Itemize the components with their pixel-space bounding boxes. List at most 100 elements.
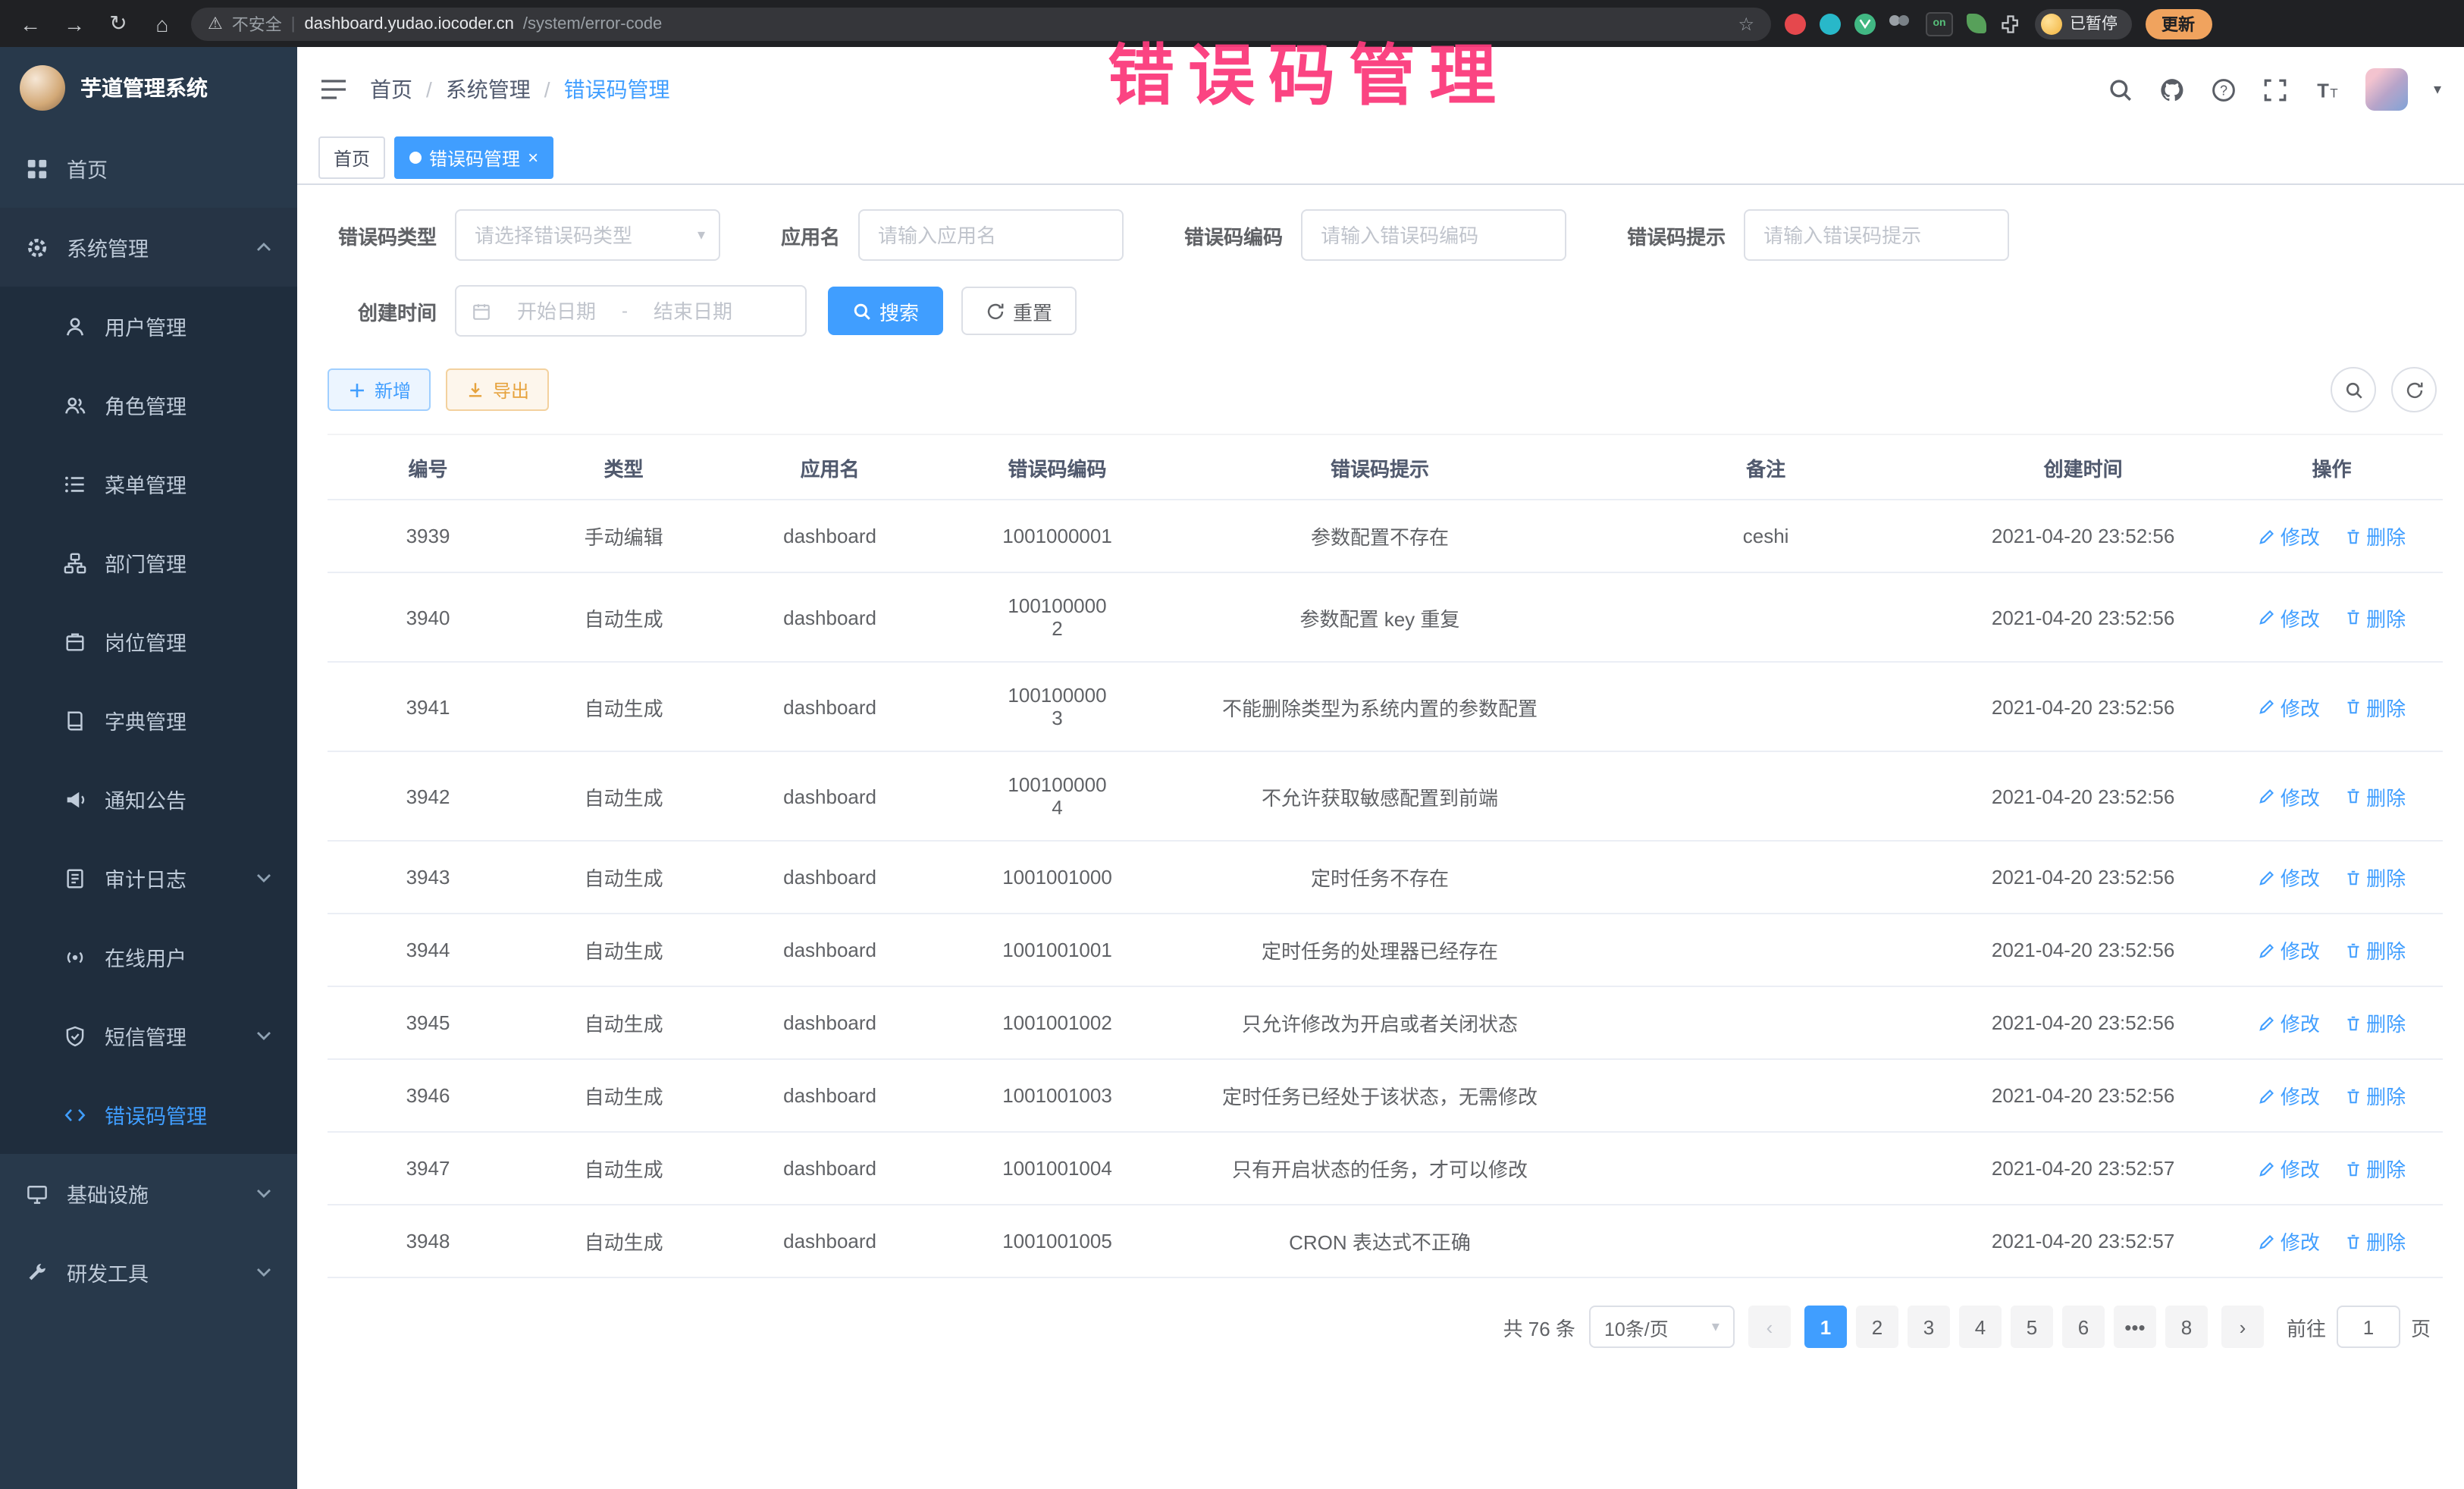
- cell-id: 3948: [328, 1205, 528, 1277]
- error-hint-input[interactable]: [1744, 209, 2009, 261]
- filter-row-1: 错误码类型 ▾ 应用名 错误码编码: [328, 209, 2443, 261]
- edit-link[interactable]: 修改: [2258, 692, 2320, 721]
- edit-link[interactable]: 修改: [2258, 522, 2320, 550]
- delete-link[interactable]: 删除: [2343, 522, 2406, 550]
- profile-chip[interactable]: 已暂停: [2035, 8, 2131, 39]
- search-button[interactable]: 搜索: [828, 287, 943, 335]
- edit-link[interactable]: 修改: [2258, 603, 2320, 632]
- tag-close-icon[interactable]: ×: [528, 149, 538, 167]
- fullscreen-icon[interactable]: [2262, 77, 2288, 102]
- font-size-icon[interactable]: TT: [2314, 77, 2340, 102]
- page-button[interactable]: 1: [1804, 1306, 1847, 1348]
- add-button[interactable]: 新增: [328, 368, 431, 411]
- sidebar-item-users[interactable]: 用户管理: [0, 287, 297, 365]
- delete-link[interactable]: 删除: [2343, 692, 2406, 721]
- next-page-button[interactable]: ›: [2221, 1306, 2264, 1348]
- ext-on-badge[interactable]: on: [1926, 11, 1953, 36]
- browser-update-button[interactable]: 更新: [2145, 8, 2212, 39]
- hamburger-icon[interactable]: [320, 79, 347, 100]
- sidebar-item-posts[interactable]: 岗位管理: [0, 602, 297, 681]
- sidebar-item-dictionary[interactable]: 字典管理: [0, 681, 297, 760]
- address-bar[interactable]: ⚠ 不安全 | dashboard.yudao.iocoder.cn/syste…: [191, 7, 1771, 40]
- ext-vue-devtools-icon[interactable]: [1854, 13, 1876, 34]
- page-button[interactable]: •••: [2114, 1306, 2156, 1348]
- page-size-select[interactable]: 10条/页 ▾: [1589, 1306, 1735, 1348]
- end-date-input[interactable]: [637, 299, 749, 322]
- sidebar-logo[interactable]: 芋道管理系统: [0, 47, 297, 129]
- bookmark-star-icon[interactable]: ☆: [1738, 13, 1754, 34]
- trash-icon: [2343, 941, 2362, 959]
- sidebar-item-menus[interactable]: 菜单管理: [0, 444, 297, 523]
- sidebar-item-error-code[interactable]: 错误码管理: [0, 1075, 297, 1154]
- sidebar-item-roles[interactable]: 角色管理: [0, 365, 297, 444]
- tag-home[interactable]: 首页: [318, 136, 385, 179]
- page-button[interactable]: 4: [1959, 1306, 2002, 1348]
- edit-link[interactable]: 修改: [2258, 863, 2320, 892]
- tag-error-code[interactable]: 错误码管理 ×: [394, 136, 553, 179]
- ext-leaf-icon[interactable]: [1967, 14, 1986, 33]
- delete-link[interactable]: 删除: [2343, 1227, 2406, 1255]
- breadcrumb-section[interactable]: 系统管理: [446, 74, 531, 105]
- delete-link[interactable]: 删除: [2343, 782, 2406, 810]
- breadcrumb-home[interactable]: 首页: [370, 74, 412, 105]
- toggle-search-button[interactable]: [2331, 367, 2376, 412]
- ext-teal-circle-icon[interactable]: [1820, 13, 1841, 34]
- refresh-table-button[interactable]: [2391, 367, 2437, 412]
- user-avatar[interactable]: [2365, 68, 2408, 111]
- page-button[interactable]: 3: [1908, 1306, 1950, 1348]
- home-icon[interactable]: ⌂: [147, 11, 177, 36]
- table-row: 3943 自动生成 dashboard 1001001000 定时任务不存在 2…: [328, 841, 2443, 914]
- github-icon[interactable]: [2159, 77, 2185, 102]
- app-name-input[interactable]: [858, 209, 1124, 261]
- page-button[interactable]: 2: [1856, 1306, 1898, 1348]
- user-icon: [64, 315, 86, 337]
- help-icon[interactable]: ?: [2211, 77, 2237, 102]
- sidebar-item-infrastructure[interactable]: 基础设施: [0, 1154, 297, 1233]
- cell-app: dashboard: [719, 662, 941, 751]
- prev-page-button[interactable]: ‹: [1748, 1306, 1791, 1348]
- delete-link[interactable]: 删除: [2343, 1081, 2406, 1110]
- start-date-input[interactable]: [500, 299, 613, 322]
- page-button[interactable]: 8: [2165, 1306, 2208, 1348]
- col-remark: 备注: [1586, 434, 1945, 500]
- edit-link[interactable]: 修改: [2258, 782, 2320, 810]
- page-button[interactable]: 6: [2062, 1306, 2105, 1348]
- type-select-input[interactable]: [455, 209, 720, 261]
- sidebar-item-system[interactable]: 系统管理: [0, 208, 297, 287]
- sidebar-item-notices[interactable]: 通知公告: [0, 760, 297, 839]
- delete-link[interactable]: 删除: [2343, 936, 2406, 964]
- delete-link[interactable]: 删除: [2343, 603, 2406, 632]
- sidebar-item-home[interactable]: 首页: [0, 129, 297, 208]
- sidebar-item-online-users[interactable]: 在线用户: [0, 917, 297, 996]
- date-range-picker[interactable]: -: [455, 285, 807, 337]
- page-button[interactable]: 5: [2011, 1306, 2053, 1348]
- edit-link[interactable]: 修改: [2258, 1154, 2320, 1183]
- ext-red-circle-icon[interactable]: [1785, 13, 1806, 34]
- sidebar-item-departments[interactable]: 部门管理: [0, 523, 297, 602]
- profile-status-label: 已暂停: [2070, 12, 2118, 35]
- sidebar-item-sms[interactable]: 短信管理: [0, 996, 297, 1075]
- back-icon[interactable]: ←: [15, 11, 45, 36]
- gear-icon: [26, 236, 49, 259]
- type-select[interactable]: ▾: [455, 209, 720, 261]
- goto-page-input[interactable]: [2337, 1306, 2400, 1348]
- ext-users-icon[interactable]: [1889, 14, 1912, 33]
- avatar-caret-down-icon[interactable]: ▾: [2434, 81, 2441, 98]
- error-code-input[interactable]: [1301, 209, 1566, 261]
- reset-button[interactable]: 重置: [961, 287, 1077, 335]
- delete-link[interactable]: 删除: [2343, 863, 2406, 892]
- delete-link[interactable]: 删除: [2343, 1154, 2406, 1183]
- edit-link[interactable]: 修改: [2258, 936, 2320, 964]
- total-count: 共 76 条: [1503, 1312, 1575, 1341]
- extensions-puzzle-icon[interactable]: [2000, 13, 2021, 34]
- export-button[interactable]: 导出: [446, 368, 549, 411]
- reload-icon[interactable]: ↻: [103, 11, 133, 36]
- sidebar-item-dev-tools[interactable]: 研发工具: [0, 1233, 297, 1312]
- edit-link[interactable]: 修改: [2258, 1081, 2320, 1110]
- forward-icon[interactable]: →: [59, 11, 89, 36]
- sidebar-item-audit-log[interactable]: 审计日志: [0, 839, 297, 917]
- edit-link[interactable]: 修改: [2258, 1008, 2320, 1037]
- delete-link[interactable]: 删除: [2343, 1008, 2406, 1037]
- edit-link[interactable]: 修改: [2258, 1227, 2320, 1255]
- search-icon[interactable]: [2108, 77, 2133, 102]
